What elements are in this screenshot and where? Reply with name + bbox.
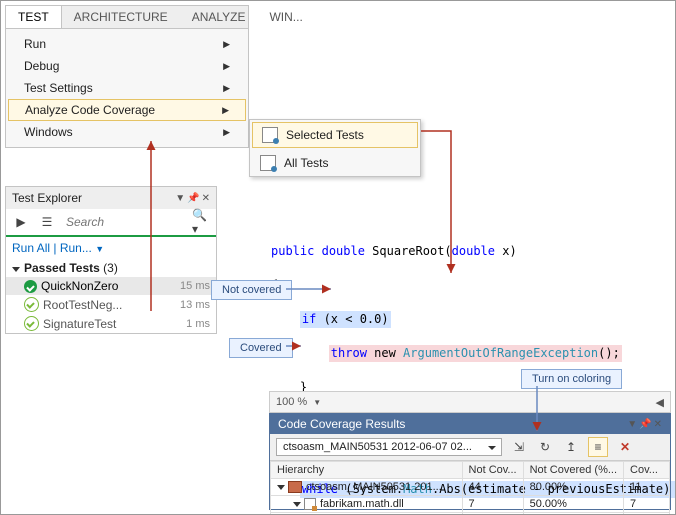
- col-covered[interactable]: Cov...: [624, 462, 670, 479]
- expand-icon: [293, 502, 301, 507]
- run-all-link[interactable]: Run All: [12, 241, 50, 255]
- tab-window[interactable]: WIN...: [257, 6, 314, 28]
- test-row[interactable]: QuickNonZero 15 ms: [6, 277, 216, 295]
- tab-analyze[interactable]: ANALYZE: [180, 6, 258, 28]
- test-row[interactable]: SignatureTest 1 ms: [6, 314, 216, 333]
- tab-architecture[interactable]: ARCHITECTURE: [62, 6, 180, 28]
- search-input[interactable]: [64, 214, 184, 230]
- menu-debug[interactable]: Debug ▶: [6, 55, 248, 77]
- run-link[interactable]: Run...: [60, 241, 92, 255]
- chevron-right-icon: ▶: [223, 127, 230, 138]
- test-time: 13 ms: [180, 299, 210, 311]
- cell: 11: [624, 479, 670, 496]
- import-icon[interactable]: ⇲: [510, 438, 528, 456]
- pin-icon[interactable]: 📌: [187, 193, 199, 204]
- table-row[interactable]: ctsoasm_MAIN50531 201... 44 80.00% 11: [271, 479, 670, 496]
- col-not-covered-pct[interactable]: Not Covered (%...: [523, 462, 623, 479]
- pin-icon[interactable]: 📌: [639, 419, 651, 430]
- cell: 80.00%: [523, 479, 623, 496]
- group-icon[interactable]: ☰: [38, 213, 56, 231]
- zoom-value: 100 %: [276, 396, 307, 408]
- coverage-run-combo[interactable]: ctsoasm_MAIN50531 2012-06-07 02...: [276, 438, 502, 456]
- menu-windows[interactable]: Windows ▶: [6, 121, 248, 143]
- pass-icon: [24, 297, 39, 312]
- export-icon[interactable]: ↥: [562, 438, 580, 456]
- search-icon[interactable]: 🔍▾: [192, 213, 210, 231]
- dropdown-icon[interactable]: ▼: [175, 193, 185, 204]
- panel-title: Test Explorer: [12, 191, 82, 205]
- flask-icon: [262, 127, 278, 143]
- submenu-all-tests[interactable]: All Tests: [250, 150, 420, 176]
- cell: 44: [462, 479, 523, 496]
- nav-left-icon[interactable]: ◀: [656, 396, 664, 409]
- flask-icon: [260, 155, 276, 171]
- col-hierarchy[interactable]: Hierarchy: [271, 462, 463, 479]
- close-icon[interactable]: ✕: [202, 193, 210, 204]
- menu-analyze-code-coverage[interactable]: Analyze Code Coverage ▶: [8, 99, 246, 121]
- assembly-icon: [288, 481, 302, 493]
- refresh-icon[interactable]: ↻: [536, 438, 554, 456]
- coverage-table: Hierarchy Not Cov... Not Covered (%... C…: [270, 461, 670, 515]
- dropdown-icon[interactable]: ▼: [627, 419, 637, 430]
- test-group-passed[interactable]: Passed Tests (3): [6, 259, 216, 277]
- panel-controls: ▼ 📌 ✕: [175, 193, 210, 204]
- menu-run[interactable]: Run ▶: [6, 33, 248, 55]
- col-not-covered[interactable]: Not Cov...: [462, 462, 523, 479]
- test-time: 15 ms: [180, 280, 210, 292]
- cell: 7: [462, 496, 523, 513]
- submenu-selected-tests[interactable]: Selected Tests: [252, 122, 418, 148]
- test-explorer-panel: Test Explorer ▼ 📌 ✕ ▶ ☰ 🔍▾ Run All | Run…: [5, 186, 217, 334]
- toggle-coloring-button[interactable]: ≡: [588, 437, 608, 457]
- zoom-bar: 100 % ▼ ◀: [269, 391, 671, 413]
- row-label: fabrikam.math.dll: [320, 498, 404, 510]
- menu-tabs: TEST ARCHITECTURE ANALYZE WIN...: [6, 6, 248, 29]
- callout-not-covered: Not covered: [211, 280, 292, 300]
- menu-label: Analyze Code Coverage: [25, 103, 155, 117]
- menu-label: Windows: [24, 125, 73, 139]
- chevron-right-icon: ▶: [223, 39, 230, 50]
- test-name: QuickNonZero: [41, 279, 118, 293]
- code-coverage-panel: Code Coverage Results ▼ 📌 ✕ ctsoasm_MAIN…: [269, 413, 671, 510]
- close-icon[interactable]: ✕: [654, 419, 662, 430]
- callout-turn-on-coloring: Turn on coloring: [521, 369, 622, 389]
- chevron-right-icon: ▶: [223, 83, 230, 94]
- pass-icon: [24, 280, 37, 293]
- menu-label: Debug: [24, 59, 59, 73]
- run-icon[interactable]: ▶: [12, 213, 30, 231]
- chevron-down-icon[interactable]: ▼: [313, 398, 321, 407]
- expand-icon: [12, 267, 20, 272]
- test-run-links: Run All | Run... ▼: [6, 237, 216, 259]
- dll-icon: [304, 498, 316, 510]
- test-row[interactable]: RootTestNeg... 13 ms: [6, 295, 216, 314]
- panel-title: Code Coverage Results: [278, 417, 405, 431]
- menu-bar: TEST ARCHITECTURE ANALYZE WIN... Run ▶ De…: [5, 5, 249, 148]
- row-label: ctsoasm_MAIN50531 201...: [306, 481, 442, 493]
- table-row[interactable]: fabrikam.math.dll 7 50.00% 7: [271, 496, 670, 513]
- expand-icon: [277, 485, 285, 490]
- cell: 50.00%: [523, 496, 623, 513]
- group-label: Passed Tests: [24, 261, 100, 275]
- test-time: 1 ms: [186, 318, 210, 330]
- menu-test-settings[interactable]: Test Settings ▶: [6, 77, 248, 99]
- cell: 7: [624, 496, 670, 513]
- callout-covered: Covered: [229, 338, 293, 358]
- submenu-label: Selected Tests: [286, 128, 364, 142]
- chevron-right-icon: ▶: [223, 61, 230, 72]
- menu-label: Test Settings: [24, 81, 93, 95]
- test-name: RootTestNeg...: [43, 298, 122, 312]
- pass-icon: [24, 316, 39, 331]
- submenu-label: All Tests: [284, 156, 328, 170]
- submenu-coverage: Selected Tests All Tests: [249, 119, 421, 177]
- tab-test[interactable]: TEST: [6, 6, 62, 28]
- group-count: 3: [107, 261, 114, 275]
- menu-label: Run: [24, 37, 46, 51]
- chevron-right-icon: ▶: [222, 105, 229, 116]
- test-name: SignatureTest: [43, 317, 116, 331]
- delete-icon[interactable]: ✕: [616, 438, 634, 456]
